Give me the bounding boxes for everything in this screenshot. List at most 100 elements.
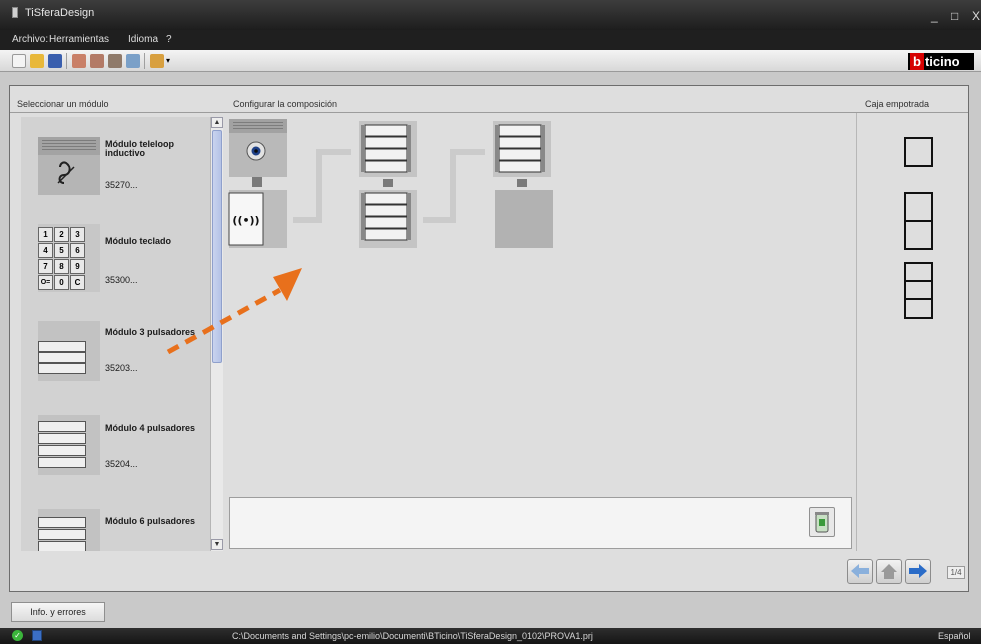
tools-icon[interactable] — [150, 54, 164, 68]
page-indicator: 1/4 — [947, 566, 965, 579]
maximize-button[interactable]: □ — [951, 9, 958, 23]
keypad-key: 3 — [70, 227, 85, 242]
save-icon[interactable] — [48, 54, 62, 68]
push-button — [38, 517, 86, 528]
header-divider — [10, 112, 968, 113]
module-code: 35204... — [105, 459, 138, 469]
keypad-key: 2 — [54, 227, 69, 242]
drag-arrow — [166, 268, 302, 355]
file-path: C:\Documents and Settings\pc-emilio\Docu… — [232, 631, 593, 641]
keypad-key: 8 — [54, 259, 69, 274]
box-3-modules[interactable] — [904, 262, 933, 319]
menu-herramientas[interactable]: Herramientas — [49, 34, 109, 45]
home-button[interactable] — [876, 559, 902, 584]
bticino-logo: b ticino — [908, 53, 974, 70]
print-icon[interactable] — [126, 54, 140, 68]
connector-line — [423, 149, 485, 223]
blank-module — [495, 190, 553, 248]
6-button-module-image — [38, 509, 100, 551]
toolbar-separator — [144, 53, 145, 69]
left-panel-header: Seleccionar un módulo — [17, 99, 109, 109]
4-button-module — [359, 190, 417, 248]
menu-archivo[interactable]: Archivo: — [12, 34, 48, 45]
paste-icon[interactable] — [108, 54, 122, 68]
camera-module — [229, 119, 287, 177]
cut-icon[interactable] — [72, 54, 86, 68]
language-indicator[interactable]: Español — [938, 631, 971, 641]
right-panel-header: Caja empotrada — [865, 99, 930, 109]
push-button — [38, 541, 86, 551]
status-bar: ✓ C:\Documents and Settings\pc-emilio\Do… — [0, 628, 981, 644]
push-button — [38, 421, 86, 432]
push-button — [38, 445, 86, 456]
connector-joint — [383, 179, 393, 187]
new-file-icon[interactable] — [12, 54, 26, 68]
title-bar: TiSferaDesign _ □ X — [0, 0, 981, 30]
center-panel-header: Configurar la composición — [233, 99, 338, 109]
menu-bar: Archivo: Herramientas Idioma ? — [0, 30, 981, 50]
arrow-left-icon — [851, 564, 869, 578]
keypad-key: C — [70, 275, 85, 290]
push-button — [38, 352, 86, 363]
close-button[interactable]: X — [972, 9, 980, 23]
keypad-key: 7 — [38, 259, 53, 274]
push-button — [38, 363, 86, 374]
right-panel-divider — [856, 113, 857, 551]
push-button — [38, 529, 86, 540]
list-item[interactable]: Módulo 4 pulsadores 35204... — [21, 411, 210, 507]
toolbar-separator — [66, 53, 67, 69]
list-item[interactable]: Módulo teleloop inductivo 35270... — [21, 117, 210, 217]
open-folder-icon[interactable] — [30, 54, 44, 68]
composition-message-area — [229, 497, 852, 549]
check-icon: ✓ — [12, 630, 23, 641]
speaker-module: ((•)) — [228, 190, 287, 248]
menu-help[interactable]: ? — [166, 34, 172, 45]
copy-icon[interactable] — [90, 54, 104, 68]
scroll-up-button[interactable]: ▲ — [211, 117, 223, 128]
teleloop-module-image — [38, 137, 100, 195]
scroll-down-button[interactable]: ▼ — [211, 539, 223, 550]
module-name: Módulo teleloop inductivo — [105, 139, 174, 158]
module-code: 35203... — [105, 363, 138, 373]
svg-text:((•)): ((•)) — [232, 214, 259, 227]
info-errors-button[interactable]: Info. y errores — [11, 602, 105, 622]
forward-button[interactable] — [905, 559, 931, 584]
window-title: TiSferaDesign — [25, 7, 95, 19]
ear-icon — [38, 137, 100, 184]
module-code: 35270... — [105, 180, 138, 190]
box-2-modules[interactable] — [904, 192, 933, 250]
4-button-module — [493, 121, 551, 177]
3-button-module-image — [38, 321, 100, 381]
connector-line — [293, 149, 351, 223]
list-item[interactable]: Módulo 6 pulsadores — [21, 507, 210, 551]
connector-joint — [252, 177, 262, 187]
connector-joint — [517, 179, 527, 187]
push-button — [38, 433, 86, 444]
menu-idioma[interactable]: Idioma — [128, 34, 158, 45]
back-button[interactable] — [847, 559, 873, 584]
push-button — [38, 457, 86, 468]
trash-button[interactable] — [809, 507, 835, 537]
keypad-key: 6 — [70, 243, 85, 258]
keypad-key: 9 — [70, 259, 85, 274]
minimize-button[interactable]: _ — [931, 9, 938, 23]
chevron-down-icon[interactable]: ▾ — [166, 54, 174, 68]
module-name: Módulo 4 pulsadores — [105, 423, 196, 433]
4-button-module-image — [38, 415, 100, 475]
keypad-key: 4 — [38, 243, 53, 258]
composition-canvas[interactable]: ((•)) — [225, 117, 855, 557]
keypad-key: O= — [38, 275, 53, 290]
app-icon — [12, 7, 18, 18]
arrow-right-icon — [909, 564, 927, 578]
app-window: TiSferaDesign _ □ X Archivo: Herramienta… — [0, 0, 981, 644]
save-status-icon — [32, 630, 42, 641]
box-1-module[interactable] — [904, 137, 933, 167]
home-icon — [881, 564, 897, 579]
4-button-module — [359, 121, 417, 177]
trash-icon — [815, 512, 829, 533]
keypad-key: 0 — [54, 275, 69, 290]
keypad-key: 5 — [54, 243, 69, 258]
push-button — [38, 341, 86, 352]
keypad-key: 1 — [38, 227, 53, 242]
keypad-grid: 1 2 3 4 5 6 7 8 9 O= 0 C — [38, 227, 86, 290]
